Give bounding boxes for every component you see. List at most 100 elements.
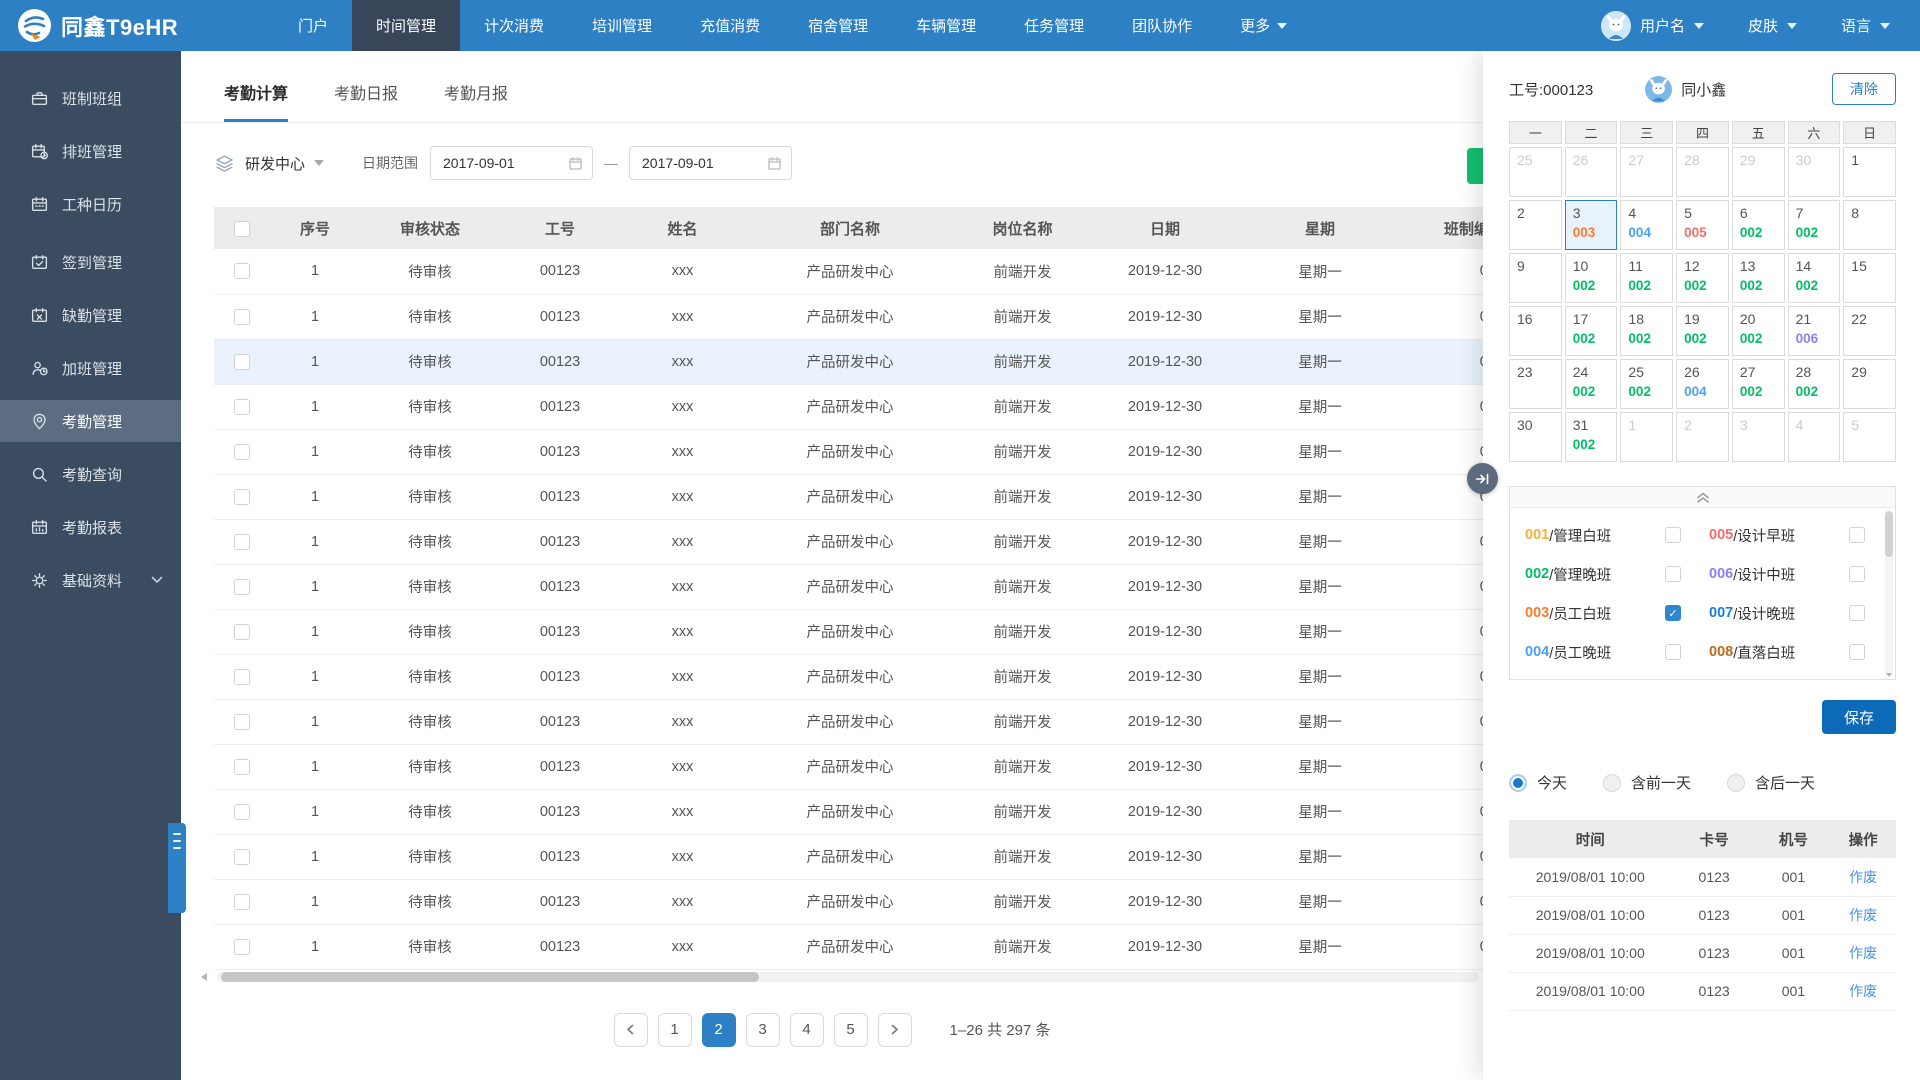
- nav-item[interactable]: 团队协作: [1108, 0, 1216, 51]
- row-checkbox[interactable]: [234, 353, 250, 370]
- language-menu[interactable]: 语言: [1841, 15, 1890, 36]
- table-row[interactable]: 1待审核00123xxx产品研发中心前端开发2019-12-30星期一001: [214, 834, 1530, 880]
- shift-checkbox[interactable]: [1665, 644, 1681, 660]
- shift-checkbox[interactable]: [1849, 527, 1865, 543]
- row-checkbox[interactable]: [234, 938, 250, 955]
- horizontal-scrollbar-thumb[interactable]: [221, 971, 759, 982]
- page-button[interactable]: 2: [701, 1012, 736, 1047]
- table-row[interactable]: 1待审核00123xxx产品研发中心前端开发2019-12-30星期一001: [214, 474, 1530, 520]
- nav-item[interactable]: 时间管理: [352, 0, 461, 51]
- table-row[interactable]: 1待审核00123xxx产品研发中心前端开发2019-12-30星期一001: [214, 564, 1530, 610]
- calendar-day-cell[interactable]: 28 002: [1787, 359, 1841, 409]
- nav-item[interactable]: 车辆管理: [892, 0, 1000, 51]
- sidebar-item[interactable]: 考勤报表: [0, 506, 181, 548]
- page-button[interactable]: 3: [745, 1012, 780, 1047]
- calendar-day-cell[interactable]: 4 004: [1620, 200, 1674, 250]
- shift-checkbox[interactable]: ✓: [1665, 605, 1681, 621]
- calendar-day-cell[interactable]: 5 005: [1676, 200, 1729, 250]
- calendar-day-cell[interactable]: 9: [1509, 253, 1562, 303]
- calendar-day-cell[interactable]: 16: [1509, 306, 1562, 356]
- calendar-day-cell[interactable]: 13 002: [1731, 253, 1785, 303]
- row-checkbox[interactable]: [234, 758, 250, 775]
- calendar-day-cell[interactable]: 22: [1843, 306, 1896, 356]
- calendar-day-cell[interactable]: 2: [1676, 412, 1729, 462]
- sidebar-item[interactable]: 工种日历: [0, 183, 181, 225]
- calendar-day-cell[interactable]: 3: [1731, 412, 1785, 462]
- calendar-day-cell[interactable]: 26 004: [1676, 359, 1729, 409]
- sidebar-item[interactable]: 考勤管理: [0, 400, 181, 442]
- side-drawer-handle[interactable]: [168, 823, 186, 913]
- row-checkbox[interactable]: [234, 803, 250, 820]
- calendar-day-cell[interactable]: 23: [1509, 359, 1562, 409]
- void-link[interactable]: 作废: [1849, 907, 1877, 923]
- shift-checkbox[interactable]: [1849, 605, 1865, 621]
- table-row[interactable]: 1待审核00123xxx产品研发中心前端开发2019-12-30星期一001: [214, 924, 1530, 970]
- row-checkbox[interactable]: [234, 533, 250, 550]
- calendar-day-cell[interactable]: 21 006: [1787, 306, 1841, 356]
- row-checkbox[interactable]: [234, 668, 250, 685]
- nav-item[interactable]: 计次消费: [460, 0, 568, 51]
- table-row[interactable]: 1待审核00123xxx产品研发中心前端开发2019-12-30星期一001: [214, 429, 1530, 475]
- table-row[interactable]: 1待审核00123xxx产品研发中心前端开发2019-12-30星期一001: [214, 744, 1530, 790]
- shift-scrollbar[interactable]: [1885, 511, 1893, 677]
- nav-item[interactable]: 更多: [1216, 0, 1311, 51]
- calendar-day-cell[interactable]: 10 002: [1564, 253, 1618, 303]
- table-row[interactable]: 1待审核00123xxx产品研发中心前端开发2019-12-30星期一001: [214, 609, 1530, 655]
- calendar-day-cell[interactable]: 30: [1787, 147, 1841, 197]
- calendar-day-cell[interactable]: 12 002: [1676, 253, 1729, 303]
- calendar-day-cell[interactable]: 29: [1843, 359, 1896, 409]
- tab[interactable]: 考勤月报: [444, 80, 508, 122]
- calendar-day-cell[interactable]: 20 002: [1731, 306, 1785, 356]
- table-row[interactable]: 1待审核00123xxx产品研发中心前端开发2019-12-30星期一001: [214, 384, 1530, 430]
- date-from-input[interactable]: [430, 146, 594, 180]
- sidebar-item[interactable]: 班制班组: [0, 77, 181, 119]
- calendar-day-cell[interactable]: 24 002: [1564, 359, 1618, 409]
- calendar-day-cell[interactable]: 19 002: [1676, 306, 1729, 356]
- calendar-day-cell[interactable]: 2: [1509, 200, 1562, 250]
- radio-dot[interactable]: [1727, 773, 1746, 792]
- radio-dot[interactable]: [1509, 773, 1527, 792]
- save-button[interactable]: 保存: [1822, 700, 1896, 734]
- row-checkbox[interactable]: [234, 488, 250, 505]
- void-link[interactable]: 作废: [1849, 983, 1877, 999]
- horizontal-scrollbar[interactable]: [201, 971, 1479, 982]
- calendar-day-cell[interactable]: 1: [1620, 412, 1674, 462]
- shift-checkbox[interactable]: [1665, 566, 1681, 582]
- sidebar-item[interactable]: 基础资料: [0, 559, 181, 601]
- panel-collapse-button[interactable]: [1467, 463, 1498, 494]
- shift-checkbox[interactable]: [1665, 527, 1681, 543]
- hidden-action-button[interactable]: [1467, 148, 1483, 184]
- row-checkbox[interactable]: [234, 398, 250, 415]
- date-from-value[interactable]: [443, 155, 563, 171]
- calendar-day-cell[interactable]: 6 002: [1731, 200, 1785, 250]
- table-row[interactable]: 1待审核00123xxx产品研发中心前端开发2019-12-30星期一001: [214, 519, 1530, 565]
- calendar-day-cell[interactable]: 3 003: [1564, 200, 1618, 250]
- calendar-day-cell[interactable]: 14 002: [1787, 253, 1841, 303]
- radio-option[interactable]: 今天: [1509, 772, 1567, 793]
- prev-page-button[interactable]: [613, 1012, 648, 1047]
- table-row[interactable]: 1待审核00123xxx产品研发中心前端开发2019-12-30星期一001: [214, 789, 1530, 835]
- row-checkbox[interactable]: [234, 308, 250, 325]
- row-checkbox[interactable]: [234, 263, 250, 280]
- table-row[interactable]: 1待审核00123xxx产品研发中心前端开发2019-12-30星期一001: [214, 654, 1530, 700]
- table-row[interactable]: 1待审核00123xxx产品研发中心前端开发2019-12-30星期一001: [214, 879, 1530, 925]
- table-row[interactable]: 1待审核00123xxx产品研发中心前端开发2019-12-30星期一001: [214, 294, 1530, 340]
- calendar-day-cell[interactable]: 7 002: [1787, 200, 1841, 250]
- calendar-day-cell[interactable]: 27 002: [1731, 359, 1785, 409]
- date-to-input[interactable]: [629, 146, 793, 180]
- select-all-checkbox[interactable]: [234, 220, 250, 237]
- void-link[interactable]: 作废: [1849, 869, 1877, 885]
- scroll-down-icon[interactable]: [1886, 673, 1892, 677]
- page-button[interactable]: 1: [657, 1012, 692, 1047]
- sidebar-item[interactable]: 签到管理: [0, 241, 181, 283]
- table-row[interactable]: 1待审核00123xxx产品研发中心前端开发2019-12-30星期一001: [214, 249, 1530, 295]
- page-button[interactable]: 4: [789, 1012, 824, 1047]
- shift-scrollbar-thumb[interactable]: [1885, 511, 1893, 557]
- page-button[interactable]: 5: [833, 1012, 868, 1047]
- void-link[interactable]: 作废: [1849, 945, 1877, 961]
- row-checkbox[interactable]: [234, 713, 250, 730]
- clear-button[interactable]: 清除: [1832, 73, 1896, 105]
- nav-item[interactable]: 任务管理: [1000, 0, 1108, 51]
- table-row[interactable]: 1待审核00123xxx产品研发中心前端开发2019-12-30星期一001: [214, 339, 1530, 385]
- sidebar-item[interactable]: 排班管理: [0, 130, 181, 172]
